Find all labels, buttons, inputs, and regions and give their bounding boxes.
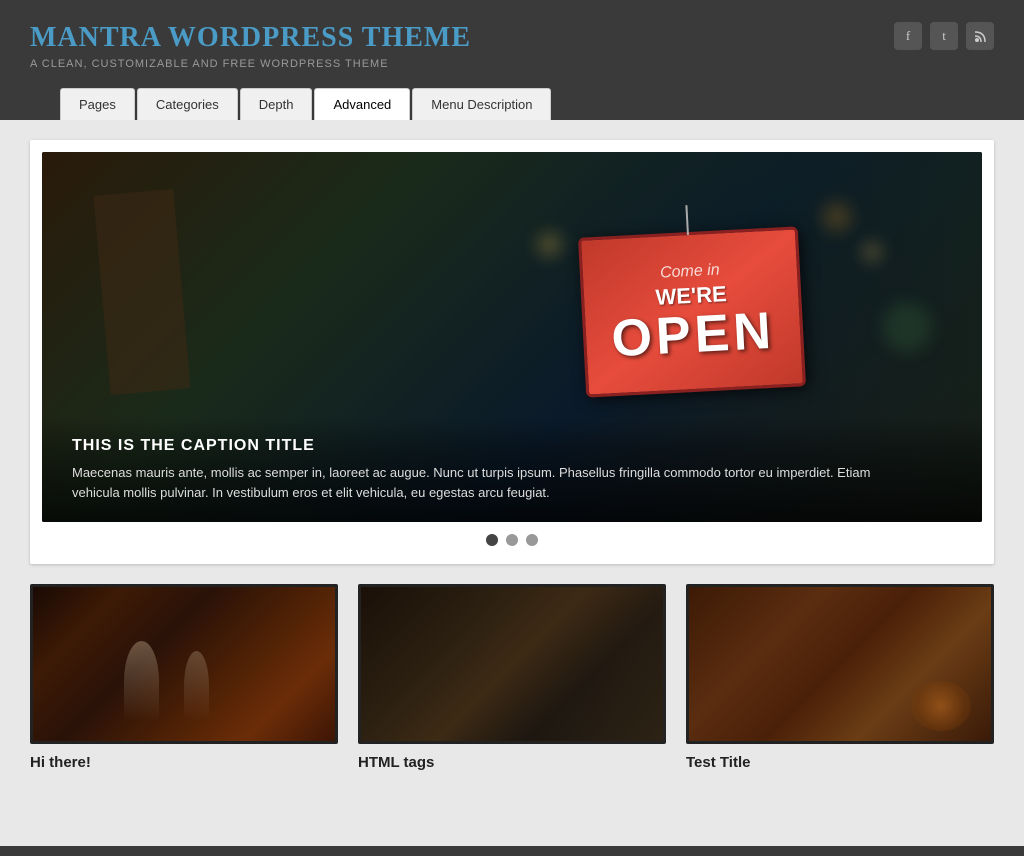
- card-1-image: [30, 584, 338, 744]
- open-sign: Come in WE'RE OPEN: [578, 226, 806, 397]
- sign-open-text: OPEN: [610, 305, 776, 365]
- slider-dot-3[interactable]: [526, 534, 538, 546]
- tab-pages[interactable]: Pages: [60, 88, 135, 120]
- bokeh-3: [822, 202, 852, 232]
- card-3-title: Test Title: [686, 754, 994, 771]
- card-1-title: Hi there!: [30, 754, 338, 771]
- bokeh-2: [537, 232, 562, 257]
- rss-icon[interactable]: [966, 22, 994, 50]
- card-2-title: HTML tags: [358, 754, 666, 771]
- site-tagline: A Clean, Customizable and Free WordPress…: [30, 58, 994, 70]
- nav-tabs: Pages Categories Depth Advanced Menu Des…: [30, 88, 994, 120]
- caption-title: This is the Caption Title: [72, 437, 952, 455]
- slider-dot-2[interactable]: [506, 534, 518, 546]
- tab-categories[interactable]: Categories: [137, 88, 238, 120]
- sign-come-in: Come in: [660, 262, 720, 283]
- tab-advanced[interactable]: Advanced: [314, 88, 410, 120]
- card-2-image: [358, 584, 666, 744]
- card-3: Test Title: [686, 584, 994, 771]
- tab-menu-description[interactable]: Menu Description: [412, 88, 551, 120]
- tab-depth[interactable]: Depth: [240, 88, 313, 120]
- card-2-image-inner: [361, 587, 663, 741]
- site-header: f t Mantra WordPress Theme A Clean, Cust…: [0, 0, 1024, 120]
- slider-dots: [42, 522, 982, 552]
- slider-container: Come in WE'RE OPEN This is the Caption T…: [30, 140, 994, 564]
- slider-dot-1[interactable]: [486, 534, 498, 546]
- cards-row: Hi there! HTML tags Test Title: [30, 584, 994, 771]
- facebook-icon[interactable]: f: [894, 22, 922, 50]
- card-1: Hi there!: [30, 584, 338, 771]
- twitter-icon[interactable]: t: [930, 22, 958, 50]
- caption-overlay: This is the Caption Title Maecenas mauri…: [42, 417, 982, 522]
- main-content: Come in WE'RE OPEN This is the Caption T…: [0, 120, 1024, 846]
- bokeh-5: [882, 302, 932, 352]
- bokeh-4: [862, 242, 882, 262]
- slider[interactable]: Come in WE'RE OPEN This is the Caption T…: [42, 152, 982, 522]
- card-2: HTML tags: [358, 584, 666, 771]
- card-3-image: [686, 584, 994, 744]
- site-title: Mantra WordPress Theme: [30, 22, 994, 54]
- card-3-image-inner: [689, 587, 991, 741]
- caption-text: Maecenas mauris ante, mollis ac semper i…: [72, 463, 892, 502]
- card-1-image-inner: [33, 587, 335, 741]
- social-icons-group: f t: [894, 22, 994, 50]
